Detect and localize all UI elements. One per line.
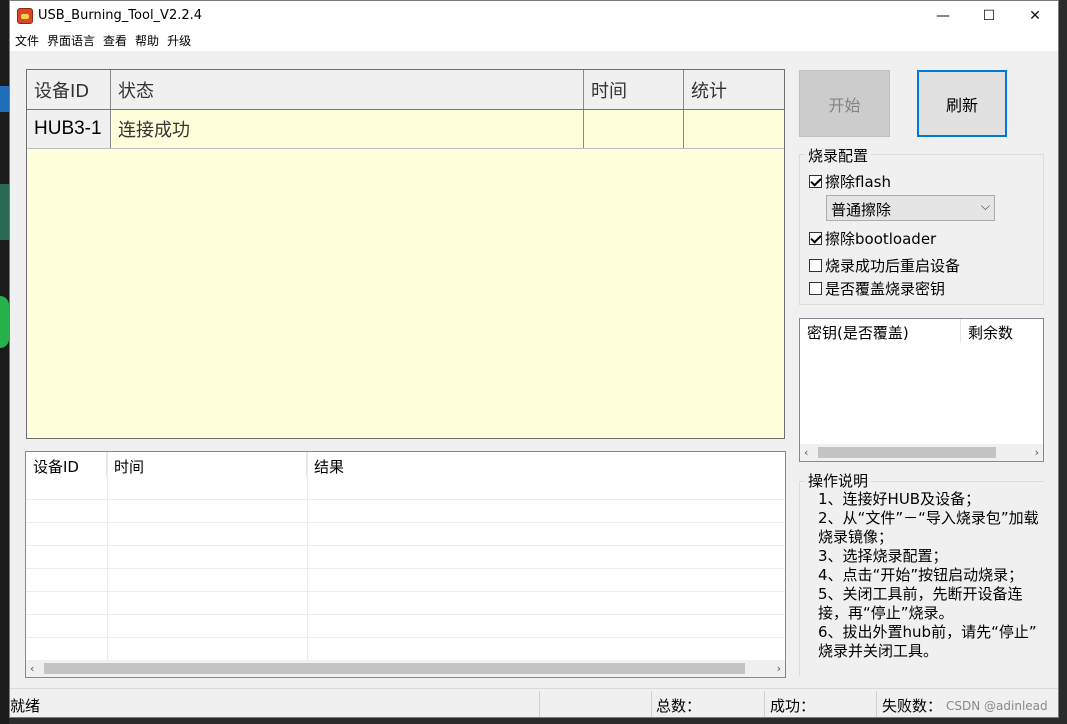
status-separator (651, 691, 652, 717)
status-separator (764, 691, 765, 717)
desktop-shortcut-icon[interactable] (0, 184, 9, 240)
column-header-device-id[interactable]: 设备ID (27, 70, 111, 109)
row-divider (26, 522, 785, 523)
refresh-button[interactable]: 刷新 (917, 70, 1007, 137)
erase-flash-checkbox[interactable]: 擦除flash (809, 171, 891, 192)
close-button[interactable]: ✕ (1012, 1, 1058, 31)
menu-upgrade[interactable]: 升级 (166, 31, 198, 51)
column-header-device-id[interactable]: 设备ID (26, 452, 107, 476)
log-row-lines (26, 499, 785, 659)
column-header-stats[interactable]: 统计 (684, 70, 784, 109)
column-header-time[interactable]: 时间 (584, 70, 684, 109)
total-count-label: 总数： (656, 697, 702, 715)
stats-cell (684, 110, 784, 148)
checkbox-unchecked-icon[interactable] (809, 282, 822, 295)
desktop-shortcut-icon[interactable] (0, 86, 9, 112)
table-row[interactable]: HUB3-1 连接成功 (27, 110, 784, 149)
menu-file[interactable]: 文件 (14, 31, 46, 51)
instruction-line: 2、从“文件”－“导入烧录包”加载 (818, 509, 1039, 527)
instruction-line: 1、连接好HUB及设备； (818, 490, 981, 508)
key-list-header: 密钥(是否覆盖) 剩余数 (800, 319, 1043, 343)
wechat-icon[interactable] (0, 296, 9, 348)
instruction-line: 4、点击“开始”按钮启动烧录； (818, 566, 1024, 584)
scroll-left-icon[interactable]: ‹ (804, 444, 808, 461)
erase-bootloader-label: 擦除bootloader (825, 230, 937, 248)
instructions-text: 1、连接好HUB及设备； 2、从“文件”－“导入烧录包”加载 烧录镜像； 3、选… (818, 490, 1048, 661)
instruction-line: 烧录并关闭工具。 (818, 642, 939, 660)
row-divider (26, 637, 785, 638)
instruction-line: 烧录镜像； (818, 528, 894, 546)
status-text: 就绪 (10, 697, 41, 715)
scroll-right-icon[interactable]: › (777, 660, 781, 677)
menu-language[interactable]: 界面语言 (46, 31, 102, 51)
menu-view[interactable]: 查看 (102, 31, 134, 51)
checkbox-unchecked-icon[interactable] (809, 259, 822, 272)
result-log-list[interactable]: 设备ID 时间 结果 ‹ › (25, 451, 786, 678)
scroll-left-icon[interactable]: ‹ (30, 660, 34, 677)
column-header-result[interactable]: 结果 (307, 452, 785, 476)
erase-mode-select[interactable]: 普通擦除 ⌵ (826, 195, 995, 221)
horizontal-scrollbar[interactable]: ‹ › (26, 660, 785, 677)
status-separator (876, 691, 877, 717)
reboot-after-burn-label: 烧录成功后重启设备 (825, 257, 961, 275)
chevron-down-icon[interactable]: ⌵ (981, 199, 990, 214)
row-divider (26, 499, 785, 500)
instruction-line: 3、选择烧录配置； (818, 547, 948, 565)
row-divider (26, 568, 785, 569)
log-list-header: 设备ID 时间 结果 (26, 452, 785, 476)
column-header-status[interactable]: 状态 (111, 70, 584, 109)
instruction-line: 接，再“停止”烧录。 (818, 604, 954, 622)
row-divider (26, 545, 785, 546)
status-bar: 就绪 总数： 成功： 失败数： (10, 688, 1058, 717)
title-bar[interactable]: USB_Burning_Tool_V2.2.4 — ☐ ✕ (10, 1, 1058, 31)
checkbox-checked-icon[interactable] (809, 232, 822, 245)
overwrite-key-checkbox[interactable]: 是否覆盖烧录密钥 (809, 278, 945, 299)
column-header-key[interactable]: 密钥(是否覆盖) (800, 319, 961, 343)
window-title: USB_Burning_Tool_V2.2.4 (38, 8, 203, 23)
row-divider (26, 591, 785, 592)
checkbox-checked-icon[interactable] (809, 175, 822, 188)
app-icon (17, 8, 33, 24)
erase-flash-label: 擦除flash (825, 173, 891, 191)
instruction-line: 5、关闭工具前，先断开设备连 (818, 585, 1023, 603)
fail-count-label: 失败数： (882, 697, 943, 715)
device-id-cell: HUB3-1 (27, 110, 111, 148)
erase-bootloader-checkbox[interactable]: 擦除bootloader (809, 228, 936, 249)
overwrite-key-label: 是否覆盖烧录密钥 (825, 280, 946, 298)
watermark: CSDN @adinlead (946, 699, 1048, 713)
instruction-line: 6、拔出外置hub前，请先“停止” (818, 623, 1037, 641)
minimize-button[interactable]: — (920, 1, 966, 31)
status-separator (539, 691, 540, 717)
reboot-after-burn-checkbox[interactable]: 烧录成功后重启设备 (809, 255, 960, 276)
start-button[interactable]: 开始 (799, 70, 890, 137)
menu-help[interactable]: 帮助 (134, 31, 166, 51)
scrollbar-thumb[interactable] (818, 447, 996, 458)
success-count-label: 成功： (770, 697, 816, 715)
scrollbar-thumb[interactable] (44, 663, 745, 674)
horizontal-scrollbar[interactable]: ‹ › (800, 444, 1043, 461)
scroll-right-icon[interactable]: › (1035, 444, 1039, 461)
key-list[interactable]: 密钥(是否覆盖) 剩余数 ‹ › (799, 318, 1044, 462)
app-window: USB_Burning_Tool_V2.2.4 — ☐ ✕ 文件 界面语言 查看… (9, 0, 1059, 718)
row-divider (26, 614, 785, 615)
time-cell (584, 110, 684, 148)
device-grid-header: 设备ID 状态 时间 统计 (27, 70, 784, 110)
erase-mode-value: 普通擦除 (831, 201, 892, 219)
device-grid[interactable]: 设备ID 状态 时间 统计 HUB3-1 连接成功 (26, 69, 785, 439)
maximize-button[interactable]: ☐ (966, 1, 1012, 31)
column-header-time[interactable]: 时间 (107, 452, 307, 476)
column-header-remaining[interactable]: 剩余数 (961, 319, 1043, 343)
burn-config-title: 烧录配置 (805, 145, 872, 166)
status-cell: 连接成功 (111, 110, 584, 148)
instructions-title: 操作说明 (805, 470, 872, 491)
menu-bar: 文件 界面语言 查看 帮助 升级 (10, 31, 1058, 51)
